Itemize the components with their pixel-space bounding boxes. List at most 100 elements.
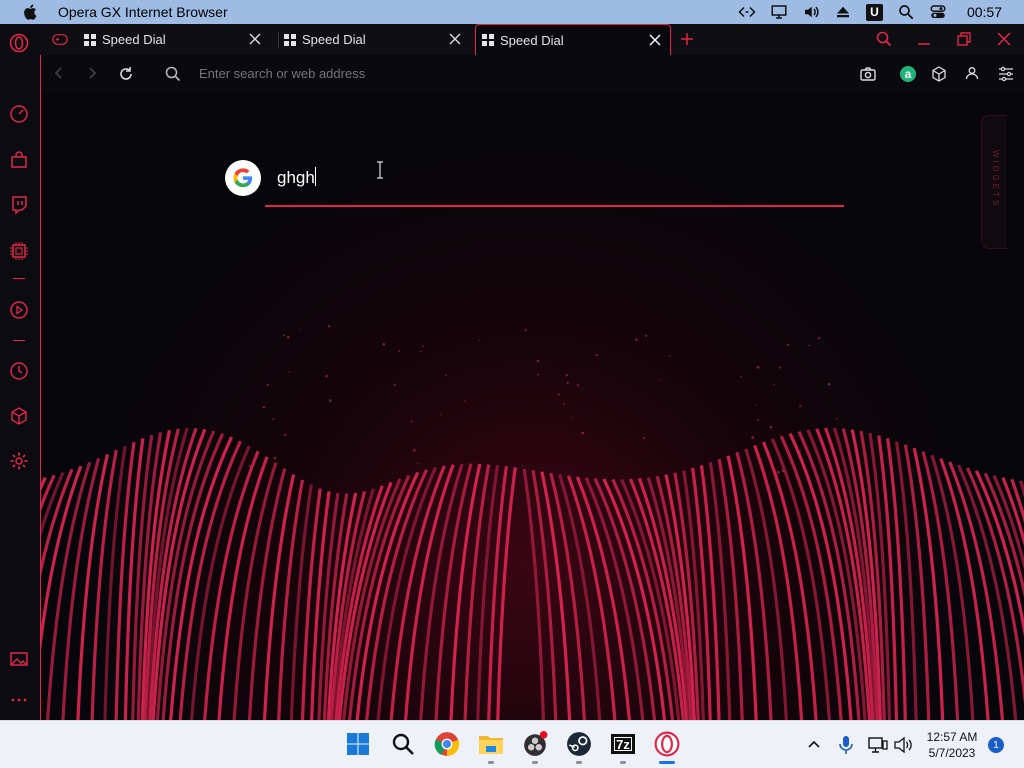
particle xyxy=(660,380,661,381)
address-bar: a xyxy=(40,55,1024,93)
back-arrow-icon[interactable] xyxy=(52,66,66,80)
steam-icon[interactable] xyxy=(565,730,593,758)
microphone-icon[interactable] xyxy=(838,735,854,755)
windows-start-icon[interactable] xyxy=(344,730,372,758)
widgets-panel-toggle[interactable]: WIDGETS xyxy=(981,115,1007,249)
opera-gx-taskbar-icon[interactable] xyxy=(653,730,681,758)
forward-arrow-icon[interactable] xyxy=(85,66,99,80)
close-tab-icon[interactable] xyxy=(448,32,462,46)
particle xyxy=(445,374,447,376)
tab-speed-dial-active[interactable]: Speed Dial xyxy=(475,24,671,55)
taskbar: 7z 12:57 AM 5/7/2023 1 xyxy=(0,720,1024,768)
reload-icon[interactable] xyxy=(118,66,134,82)
tab-speed-dial-1[interactable]: Speed Dial xyxy=(84,24,270,55)
particle xyxy=(283,334,285,336)
system-clock[interactable]: 12:57 AM 5/7/2023 xyxy=(920,729,984,761)
particle xyxy=(799,450,801,452)
running-indicator xyxy=(488,761,494,764)
file-explorer-icon[interactable] xyxy=(477,730,505,758)
extensions-cube-icon[interactable] xyxy=(931,66,947,82)
snapshot-camera-icon[interactable] xyxy=(860,66,876,82)
u-app-icon[interactable]: U xyxy=(866,4,883,21)
tab-speed-dial-2[interactable]: Speed Dial xyxy=(284,24,470,55)
control-center-icon[interactable] xyxy=(929,3,947,21)
particle xyxy=(779,434,780,435)
particle xyxy=(635,338,637,340)
tab-label: Speed Dial xyxy=(102,32,166,47)
sidebar xyxy=(0,24,40,720)
tab-search-icon[interactable] xyxy=(876,31,892,47)
particle xyxy=(325,375,328,378)
code-brackets-icon[interactable] xyxy=(738,3,756,21)
wallpaper-waves xyxy=(41,93,1024,720)
particle xyxy=(567,382,569,384)
seven-zip-icon[interactable]: 7z xyxy=(609,730,637,758)
gamepad-icon[interactable] xyxy=(52,33,68,46)
particle xyxy=(828,383,831,386)
obs-studio-icon[interactable] xyxy=(521,730,549,758)
widgets-label: WIDGETS xyxy=(991,150,1000,208)
easy-setup-sliders-icon[interactable] xyxy=(998,66,1014,82)
history-clock-icon[interactable] xyxy=(9,361,29,381)
clock-time: 12:57 AM xyxy=(920,729,984,745)
close-tab-icon[interactable] xyxy=(248,32,262,46)
spotlight-search-icon[interactable] xyxy=(897,3,915,21)
taskbar-search-icon[interactable] xyxy=(389,730,417,758)
text-caret xyxy=(315,167,316,186)
particle xyxy=(267,384,269,386)
address-input[interactable] xyxy=(199,66,699,81)
new-tab-plus-icon[interactable] xyxy=(680,32,694,46)
particle xyxy=(287,336,290,339)
speedometer-icon[interactable] xyxy=(9,104,29,124)
settings-gear-icon[interactable] xyxy=(9,451,29,471)
menubar-clock[interactable]: 00:57 xyxy=(967,4,1002,20)
wave-strand xyxy=(41,478,45,720)
clock-date: 5/7/2023 xyxy=(920,745,984,761)
volume-icon[interactable] xyxy=(802,3,820,21)
particle xyxy=(410,420,412,422)
sidebar-divider xyxy=(13,340,25,341)
restore-window-icon[interactable] xyxy=(957,32,971,46)
text-cursor-icon xyxy=(375,161,385,179)
profile-user-icon[interactable] xyxy=(965,66,979,80)
speaker-icon[interactable] xyxy=(893,736,913,754)
chrome-icon[interactable] xyxy=(433,730,461,758)
close-tab-icon[interactable] xyxy=(648,33,662,47)
display-icon[interactable] xyxy=(770,3,788,21)
particle xyxy=(525,329,527,331)
wallpaper-image-icon[interactable] xyxy=(9,649,29,669)
particle xyxy=(417,463,418,464)
particle xyxy=(757,419,759,421)
more-dots-icon[interactable] xyxy=(9,690,29,710)
tab-strip: Speed Dial Speed Dial Speed Dial xyxy=(40,24,1024,55)
eject-icon[interactable] xyxy=(834,3,852,21)
twitch-icon[interactable] xyxy=(9,195,29,215)
hardware-limiter-chip-icon[interactable] xyxy=(9,241,29,261)
network-icon[interactable] xyxy=(868,736,888,754)
active-app-indicator xyxy=(659,761,675,764)
gx-store-bag-icon[interactable] xyxy=(9,150,29,170)
search-field[interactable]: ghgh xyxy=(277,167,316,188)
particle xyxy=(757,366,760,369)
player-icon[interactable] xyxy=(9,300,29,320)
tab-label: Speed Dial xyxy=(500,33,564,48)
particle xyxy=(818,337,820,339)
particle xyxy=(273,418,275,420)
particle xyxy=(383,343,386,346)
wave-strand xyxy=(92,450,116,720)
minimize-window-icon[interactable] xyxy=(917,32,931,46)
particle xyxy=(643,437,645,439)
app-title[interactable]: Opera GX Internet Browser xyxy=(58,4,228,20)
notification-badge[interactable]: 1 xyxy=(988,737,1004,753)
particle xyxy=(740,376,741,377)
particle xyxy=(300,329,301,330)
particle xyxy=(782,470,785,473)
extensions-cube-icon[interactable] xyxy=(9,406,29,426)
close-window-icon[interactable] xyxy=(997,32,1011,46)
aria-extension-icon[interactable]: a xyxy=(900,66,916,82)
opera-gx-menu-icon[interactable] xyxy=(9,33,29,53)
apple-icon[interactable] xyxy=(22,3,40,21)
google-logo-icon[interactable] xyxy=(225,160,261,196)
chevron-up-icon[interactable] xyxy=(806,737,822,753)
speed-dial-grid-icon xyxy=(84,34,96,46)
